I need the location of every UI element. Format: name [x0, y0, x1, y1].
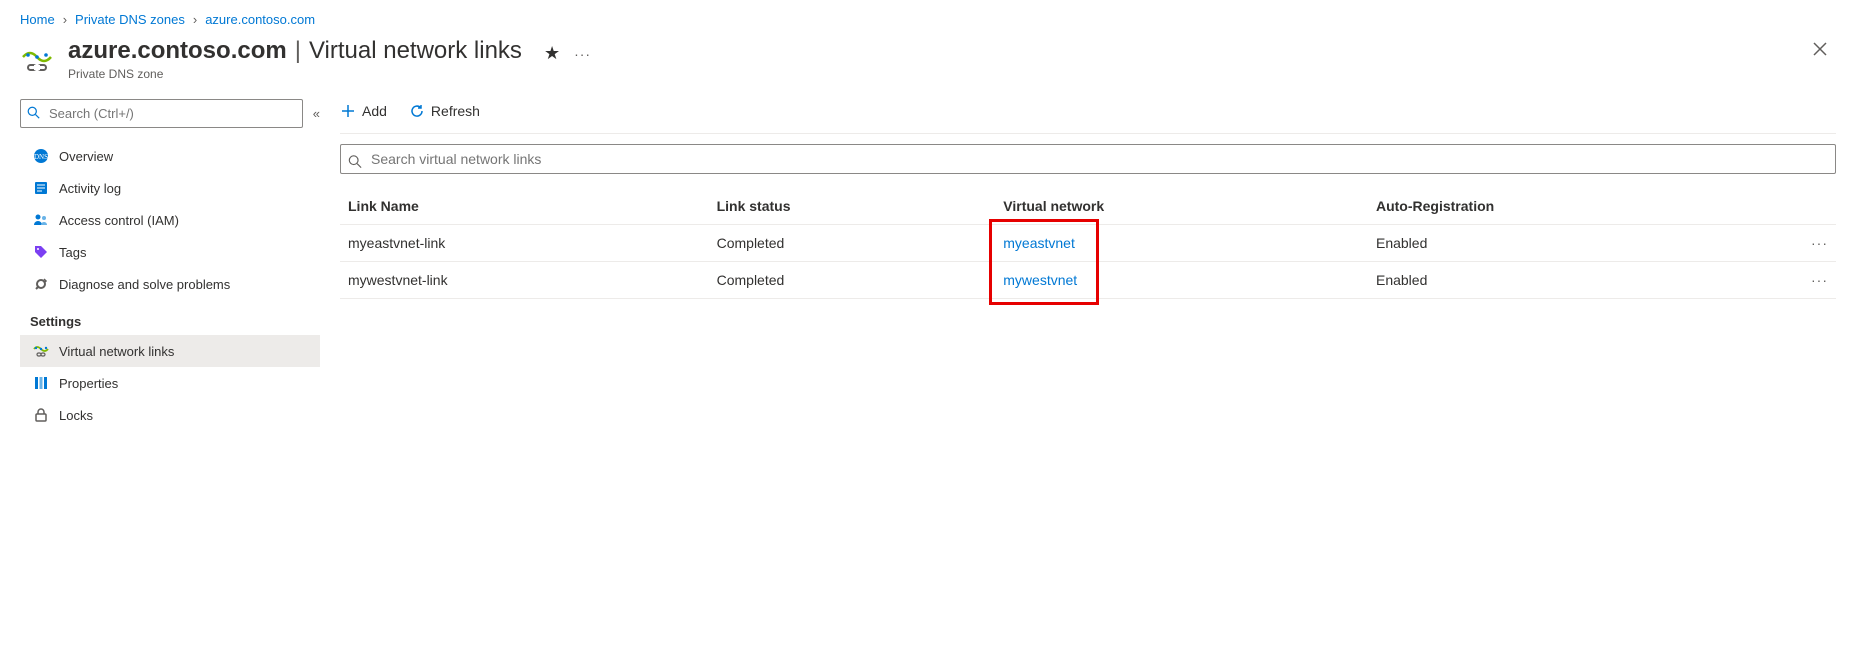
sidebar-item-tags[interactable]: Tags — [20, 236, 320, 268]
tags-icon — [33, 244, 49, 260]
cell-virtual-network: myeastvnet — [995, 225, 1368, 262]
sidebar-item-diagnose[interactable]: Diagnose and solve problems — [20, 268, 320, 300]
refresh-icon — [409, 103, 425, 119]
cell-link-status: Completed — [709, 262, 996, 299]
cell-auto-registration: Enabled — [1368, 262, 1796, 299]
table-row: mywestvnet-link Completed mywestvnet Ena… — [340, 262, 1836, 299]
locks-icon — [33, 407, 49, 423]
collapse-sidebar-icon[interactable]: « — [313, 106, 320, 121]
overview-icon: DNS — [33, 148, 49, 164]
sidebar-item-overview[interactable]: DNS Overview — [20, 140, 320, 172]
sidebar-item-label: Locks — [59, 408, 93, 423]
sidebar-item-vnet-links[interactable]: Virtual network links — [20, 335, 320, 367]
col-virtual-network[interactable]: Virtual network — [995, 188, 1368, 225]
col-link-status[interactable]: Link status — [709, 188, 996, 225]
sidebar-item-activity-log[interactable]: Activity log — [20, 172, 320, 204]
favorite-star-icon[interactable]: ★ — [544, 43, 560, 64]
breadcrumb-link-resource[interactable]: azure.contoso.com — [205, 12, 315, 27]
cell-link-status: Completed — [709, 225, 996, 262]
breadcrumb: Home › Private DNS zones › azure.contoso… — [20, 12, 1836, 27]
toolbar: Add Refresh — [340, 99, 1836, 134]
page-title: Virtual network links — [309, 37, 522, 65]
sidebar: « DNS Overview Activity log Access contr… — [20, 99, 320, 431]
refresh-label: Refresh — [431, 103, 480, 119]
breadcrumb-link-home[interactable]: Home — [20, 12, 55, 27]
svg-text:DNS: DNS — [34, 153, 48, 161]
main-search-input[interactable] — [340, 144, 1836, 174]
sidebar-item-label: Access control (IAM) — [59, 213, 179, 228]
add-button[interactable]: Add — [340, 103, 387, 119]
search-icon — [27, 106, 40, 122]
table-row: myeastvnet-link Completed myeastvnet Ena… — [340, 225, 1836, 262]
virtual-network-link[interactable]: myeastvnet — [1003, 235, 1075, 251]
virtual-network-link[interactable]: mywestvnet — [1003, 272, 1077, 288]
main-content: Add Refresh Link Name — [340, 99, 1836, 431]
sidebar-item-label: Activity log — [59, 181, 121, 196]
search-icon — [348, 155, 362, 172]
properties-icon — [33, 375, 49, 391]
title-separator: | — [295, 37, 301, 65]
resource-type-label: Private DNS zone — [68, 67, 522, 81]
col-auto-registration[interactable]: Auto-Registration — [1368, 188, 1796, 225]
sidebar-item-locks[interactable]: Locks — [20, 399, 320, 431]
chevron-right-icon: › — [63, 12, 67, 27]
sidebar-item-label: Virtual network links — [59, 344, 174, 359]
main-search[interactable] — [340, 144, 1836, 182]
more-actions-icon[interactable]: ··· — [574, 46, 591, 62]
vnet-links-icon — [33, 343, 49, 359]
refresh-button[interactable]: Refresh — [409, 103, 480, 119]
dns-zone-link-icon — [20, 43, 54, 77]
col-link-name[interactable]: Link Name — [340, 188, 709, 225]
sidebar-item-label: Overview — [59, 149, 113, 164]
sidebar-search[interactable] — [20, 99, 303, 128]
sidebar-section-settings: Settings — [20, 300, 320, 335]
row-more-actions-icon[interactable]: ··· — [1796, 262, 1836, 299]
sidebar-item-label: Properties — [59, 376, 118, 391]
activity-log-icon — [33, 180, 49, 196]
vnet-links-table: Link Name Link status Virtual network Au… — [340, 188, 1836, 299]
add-label: Add — [362, 103, 387, 119]
row-more-actions-icon[interactable]: ··· — [1796, 225, 1836, 262]
sidebar-item-properties[interactable]: Properties — [20, 367, 320, 399]
resource-name: azure.contoso.com — [68, 37, 287, 65]
diagnose-icon — [33, 276, 49, 292]
sidebar-item-label: Tags — [59, 245, 86, 260]
breadcrumb-link-zones[interactable]: Private DNS zones — [75, 12, 185, 27]
cell-auto-registration: Enabled — [1368, 225, 1796, 262]
sidebar-search-input[interactable] — [20, 99, 303, 128]
plus-icon — [340, 103, 356, 119]
cell-virtual-network: mywestvnet — [995, 262, 1368, 299]
sidebar-item-access-control[interactable]: Access control (IAM) — [20, 204, 320, 236]
access-control-icon — [33, 212, 49, 228]
sidebar-item-label: Diagnose and solve problems — [59, 277, 230, 292]
cell-link-name: mywestvnet-link — [340, 262, 709, 299]
chevron-right-icon: › — [193, 12, 197, 27]
page-header: azure.contoso.com | Virtual network link… — [20, 37, 1836, 81]
cell-link-name: myeastvnet-link — [340, 225, 709, 262]
close-button[interactable] — [1804, 37, 1836, 66]
